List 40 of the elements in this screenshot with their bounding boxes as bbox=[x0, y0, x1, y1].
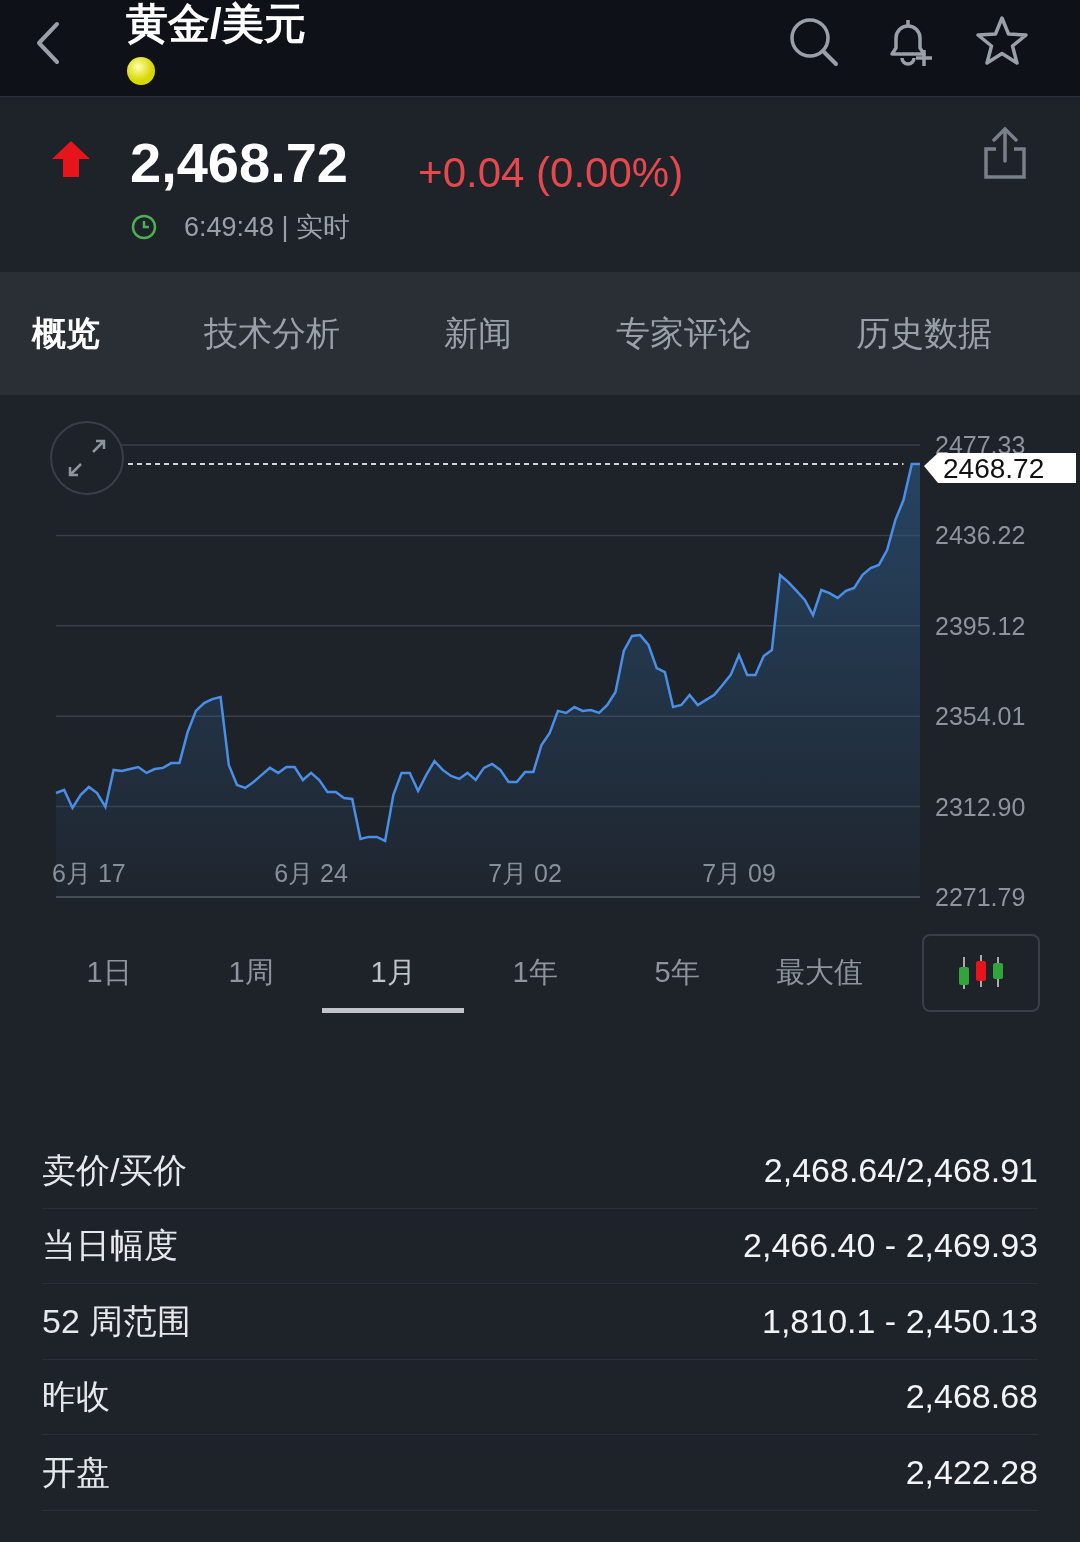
stat-value: 2,468.64/2,468.91 bbox=[763, 1149, 1038, 1191]
tab[interactable]: 新闻 bbox=[432, 308, 524, 359]
axis-label: 2436.22 bbox=[935, 521, 1026, 550]
axis-label: 7月 02 bbox=[488, 859, 562, 887]
stat-value: 2,422.28 bbox=[905, 1451, 1038, 1493]
stat-label: 卖价/买价 bbox=[42, 1149, 188, 1191]
update-time: 6:49:48 | 实时 bbox=[184, 211, 351, 244]
stat-label: 当日幅度 bbox=[42, 1225, 178, 1267]
tab[interactable]: 技术分析 bbox=[192, 308, 352, 359]
candlestick-button[interactable] bbox=[922, 934, 1040, 1012]
axis-label: 2271.79 bbox=[935, 883, 1026, 911]
range-tab[interactable]: 5年 bbox=[606, 933, 748, 1013]
stat-value: 2,468.68 bbox=[905, 1376, 1038, 1418]
clock-icon bbox=[130, 213, 158, 242]
expand-button[interactable] bbox=[50, 421, 124, 495]
range-tab[interactable]: 最大值 bbox=[748, 933, 890, 1013]
range-tab[interactable]: 1日 bbox=[38, 933, 180, 1013]
range-tab[interactable]: 1年 bbox=[464, 933, 606, 1013]
stat-label: 52 周范围 bbox=[42, 1300, 192, 1342]
range-tab[interactable]: 1月 bbox=[322, 933, 464, 1013]
axis-label: 7月 09 bbox=[702, 859, 776, 887]
tab[interactable]: 专家评论 bbox=[604, 308, 764, 359]
stat-value: 2,466.40 - 2,469.93 bbox=[743, 1225, 1038, 1267]
range-tab[interactable]: 1周 bbox=[180, 933, 322, 1013]
coin-icon bbox=[126, 56, 156, 86]
page-title: 黄金/美元 bbox=[126, 0, 306, 48]
ref-line-label: 2468.72 bbox=[943, 452, 1045, 484]
axis-label: 6月 17 bbox=[52, 859, 126, 887]
tab[interactable]: 历史数据 bbox=[844, 308, 1004, 359]
stat-value: 1,810.1 - 2,450.13 bbox=[762, 1300, 1038, 1342]
price-change: +0.04 (0.00%) bbox=[418, 148, 684, 198]
up-arrow-icon bbox=[50, 139, 92, 179]
axis-label: 2395.12 bbox=[935, 611, 1026, 640]
price-text: 2,468.72 bbox=[130, 131, 349, 195]
tab[interactable]: 概览 bbox=[20, 308, 112, 359]
stat-label: 开盘 bbox=[42, 1451, 110, 1493]
stat-label: 昨收 bbox=[42, 1376, 110, 1418]
axis-label: 6月 24 bbox=[274, 859, 348, 887]
axis-label: 2312.90 bbox=[935, 792, 1026, 821]
axis-label: 2354.01 bbox=[935, 702, 1026, 731]
